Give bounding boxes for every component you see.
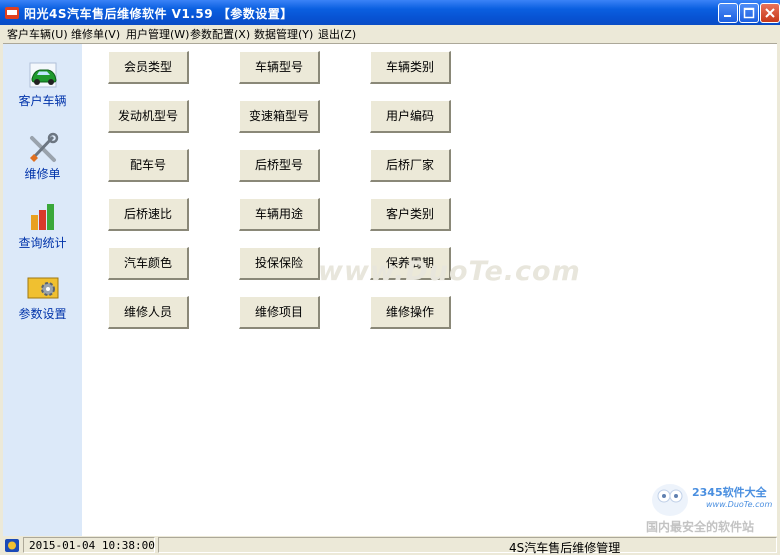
menu-repair-order[interactable]: 维修单(V)	[71, 26, 120, 42]
watermark-url: www.DuoTe.com	[706, 500, 773, 509]
status-bar: 2015-01-04 10:38:00 4S汽车售后维修管理	[0, 536, 780, 555]
watermark-text: www.DuoTe.com	[318, 256, 581, 287]
minimize-icon	[724, 15, 731, 17]
rear-axle-ratio-button[interactable]: 后桥速比	[108, 198, 189, 231]
vehicle-model-button[interactable]: 车辆型号	[239, 51, 320, 84]
sidebar-item-label: 维修单	[24, 167, 61, 181]
insurance-button[interactable]: 投保保险	[239, 247, 320, 280]
vehicle-use-button[interactable]: 车辆用途	[239, 198, 320, 231]
menu-parameter-config[interactable]: 参数配置(X)	[190, 26, 250, 42]
close-icon	[765, 8, 775, 18]
customer-category-button[interactable]: 客户类别	[370, 198, 451, 231]
menu-exit[interactable]: 退出(Z)	[318, 26, 356, 42]
main-content: 客户车辆 维修单 查询统计 参数设置 会员类型 车辆型号 车辆类别 发动机型号 …	[3, 43, 777, 536]
sidebar: 客户车辆 维修单 查询统计 参数设置	[3, 44, 82, 536]
member-type-button[interactable]: 会员类型	[108, 51, 189, 84]
gearbox-model-button[interactable]: 变速箱型号	[239, 100, 320, 133]
settings-icon	[27, 277, 59, 299]
car-color-button[interactable]: 汽车颜色	[108, 247, 189, 280]
menu-bar: 客户车辆(U) 维修单(V) 用户管理(W) 参数配置(X) 数据管理(Y) 退…	[0, 25, 780, 42]
user-code-button[interactable]: 用户编码	[370, 100, 451, 133]
chart-icon	[31, 204, 54, 230]
vehicle-category-button[interactable]: 车辆类别	[370, 51, 451, 84]
app-icon	[5, 7, 19, 19]
maximize-button[interactable]	[739, 3, 759, 23]
sidebar-item-label: 客户车辆	[18, 94, 67, 108]
sidebar-item-label: 查询统计	[18, 236, 67, 250]
tools-icon	[30, 132, 59, 162]
close-button[interactable]	[760, 3, 780, 23]
repair-items-button[interactable]: 维修项目	[239, 296, 320, 329]
repair-operation-button[interactable]: 维修操作	[370, 296, 451, 329]
engine-model-button[interactable]: 发动机型号	[108, 100, 189, 133]
sidebar-item-label: 参数设置	[18, 307, 67, 321]
car-number-button[interactable]: 配车号	[108, 149, 189, 182]
status-datetime: 2015-01-04 10:38:00	[29, 539, 155, 552]
sidebar-item-repair-order[interactable]: 维修单	[3, 132, 82, 192]
car-icon	[29, 62, 57, 88]
window-title: 阳光4S汽车售后维修软件 V1.59 【参数设置】	[24, 7, 293, 21]
watermark-brand: 2345软件大全	[692, 486, 767, 499]
sidebar-item-settings[interactable]: 参数设置	[3, 272, 82, 332]
status-app-name: 4S汽车售后维修管理	[509, 541, 621, 555]
watermark-slogan: 国内最安全的软件站	[646, 520, 755, 534]
sidebar-item-query-stats[interactable]: 查询统计	[3, 201, 82, 261]
title-bar[interactable]: 阳光4S汽车售后维修软件 V1.59 【参数设置】	[0, 0, 780, 26]
status-panel-main	[158, 537, 777, 553]
menu-customer-vehicle[interactable]: 客户车辆(U)	[7, 26, 68, 42]
repair-staff-button[interactable]: 维修人员	[108, 296, 189, 329]
maximize-icon	[743, 7, 755, 19]
menu-data-management[interactable]: 数据管理(Y)	[254, 26, 313, 42]
app-window: 阳光4S汽车售后维修软件 V1.59 【参数设置】 客户车辆(U) 维修单(V)…	[0, 0, 780, 555]
rear-axle-model-button[interactable]: 后桥型号	[239, 149, 320, 182]
app-status-icon	[5, 539, 19, 552]
minimize-button[interactable]	[718, 3, 738, 23]
sidebar-item-customer-vehicle[interactable]: 客户车辆	[3, 59, 82, 119]
menu-user-management[interactable]: 用户管理(W)	[126, 26, 189, 42]
rear-axle-maker-button[interactable]: 后桥厂家	[370, 149, 451, 182]
